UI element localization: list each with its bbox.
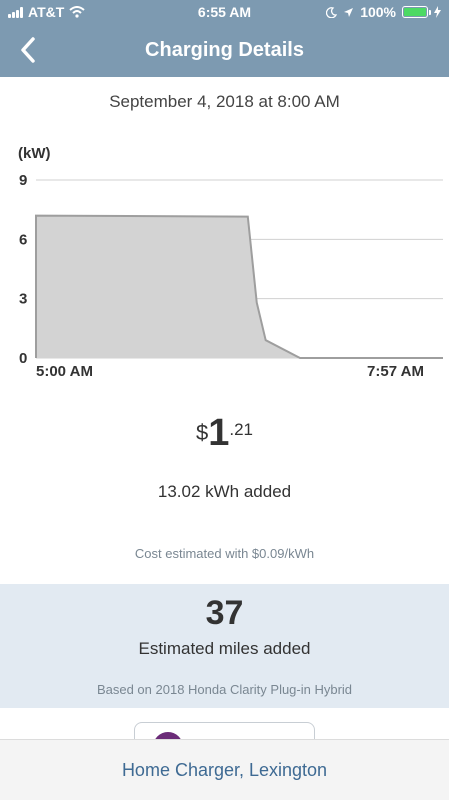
- moon-icon: [326, 6, 338, 18]
- bottom-bar[interactable]: Home Charger, Lexington: [0, 739, 449, 800]
- miles-label: Estimated miles added: [138, 639, 311, 658]
- cost-cents: .21: [229, 420, 254, 439]
- session-date: September 4, 2018 at 8:00 AM: [109, 92, 340, 111]
- battery-percent: 100%: [360, 4, 396, 20]
- cost-whole: 1: [208, 412, 230, 454]
- cost-display: $1.21: [0, 412, 449, 455]
- y-axis-label: (kW): [18, 145, 51, 162]
- y-tick-label: 9: [19, 172, 27, 189]
- battery-icon: [402, 6, 431, 18]
- location-arrow-icon: [344, 7, 354, 17]
- status-bar: AT&T 6:55 AM 100%: [0, 0, 449, 24]
- cost-currency-symbol: $: [195, 420, 209, 445]
- nav-bar: Charging Details: [0, 24, 449, 77]
- power-chart: (kW) 0 3 6 9 5:00 AM 7:57 AM: [18, 145, 443, 380]
- y-tick-label: 6: [19, 231, 27, 248]
- energy-added: 13.02 kWh added: [157, 482, 292, 501]
- charger-name-link[interactable]: Home Charger, Lexington: [0, 760, 449, 781]
- y-tick-label: 3: [19, 291, 27, 308]
- page-title: Charging Details: [145, 39, 304, 61]
- status-right: 100%: [326, 4, 441, 20]
- miles-value: 37: [205, 594, 244, 632]
- y-tick-label: 0: [19, 350, 27, 367]
- miles-panel: 37 Estimated miles added Based on 2018 H…: [0, 584, 449, 708]
- rate-note: Cost estimated with $0.09/kWh: [134, 546, 315, 561]
- x-tick-label-end: 7:57 AM: [367, 363, 424, 380]
- series-area: [36, 215, 443, 358]
- charging-bolt-icon: [434, 6, 441, 18]
- vehicle-basis: Based on 2018 Honda Clarity Plug-in Hybr…: [96, 682, 353, 697]
- x-tick-label-start: 5:00 AM: [36, 363, 93, 380]
